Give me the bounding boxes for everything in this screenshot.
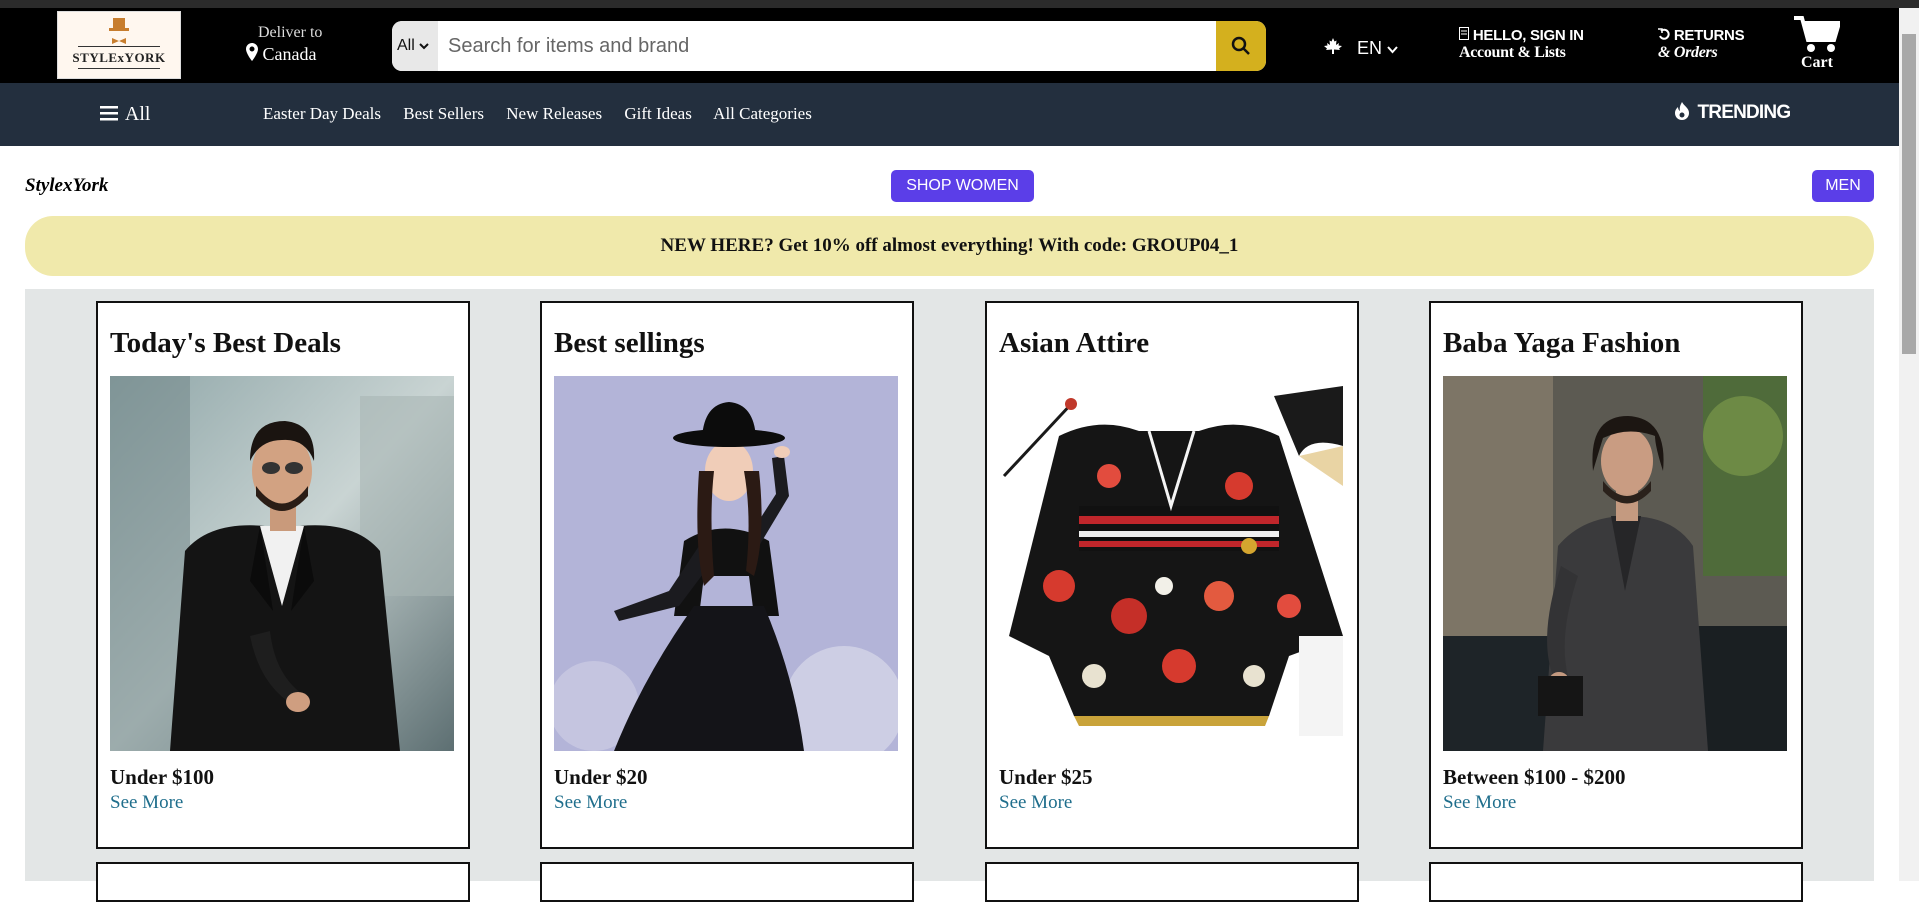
see-more-link[interactable]: See More bbox=[110, 792, 183, 814]
maple-leaf-icon bbox=[1324, 38, 1342, 61]
returns-orders[interactable]: RETURNS & Orders bbox=[1658, 27, 1745, 61]
product-image[interactable] bbox=[999, 376, 1343, 751]
account-menu[interactable]: HELLO, SIGN IN Account & Lists bbox=[1459, 27, 1584, 61]
hat-bowtie-icon bbox=[109, 18, 129, 44]
logo-rule bbox=[78, 68, 160, 69]
product-image[interactable] bbox=[1443, 376, 1787, 751]
promo-banner: NEW HERE? Get 10% off almost everything!… bbox=[25, 216, 1874, 276]
language-label: EN bbox=[1357, 38, 1383, 58]
page-scrollbar[interactable] bbox=[1899, 8, 1919, 881]
nav-link-gift-ideas[interactable]: Gift Ideas bbox=[624, 104, 692, 123]
cart-button[interactable]: Cart bbox=[1794, 15, 1842, 72]
category-card[interactable] bbox=[540, 862, 914, 902]
chevron-down-icon bbox=[419, 43, 429, 50]
hamburger-icon bbox=[100, 104, 118, 127]
see-more-link[interactable]: See More bbox=[554, 792, 627, 814]
scrollbar-thumb[interactable] bbox=[1902, 34, 1916, 354]
brand-name: StylexYork bbox=[25, 175, 109, 196]
trending-link[interactable]: TRENDING bbox=[1675, 102, 1791, 126]
language-selector[interactable]: EN bbox=[1324, 38, 1398, 61]
deliver-to[interactable]: Deliver to Canada bbox=[246, 24, 322, 66]
card-title: Today's Best Deals bbox=[110, 327, 341, 359]
product-image[interactable] bbox=[110, 376, 454, 751]
search-category-value: All bbox=[397, 37, 415, 54]
nav-link-new-releases[interactable]: New Releases bbox=[506, 104, 602, 123]
document-icon bbox=[1459, 27, 1469, 40]
shop-women-button[interactable]: SHOP WOMEN bbox=[891, 170, 1034, 202]
card-price-caption: Between $100 - $200 bbox=[1443, 765, 1626, 789]
search-icon bbox=[1231, 36, 1250, 55]
site-logo[interactable]: STYLExYORK bbox=[57, 11, 181, 79]
nav-link-best-sellers[interactable]: Best Sellers bbox=[403, 104, 484, 123]
return-arrow-icon bbox=[1658, 28, 1670, 40]
main-nav: All Easter Day Deals Best Sellers New Re… bbox=[0, 83, 1899, 146]
category-card[interactable]: Today's Best Deals Under $100 See More bbox=[96, 301, 470, 849]
account-greeting: HELLO, SIGN IN bbox=[1472, 27, 1584, 44]
see-more-link[interactable]: See More bbox=[999, 792, 1072, 814]
returns-label: RETURNS bbox=[1673, 27, 1745, 44]
card-title: Best sellings bbox=[554, 327, 705, 359]
category-card[interactable] bbox=[985, 862, 1359, 902]
nav-links: Easter Day Deals Best Sellers New Releas… bbox=[263, 104, 830, 124]
card-price-caption: Under $25 bbox=[999, 765, 1093, 789]
category-card[interactable] bbox=[1429, 862, 1803, 902]
card-title: Asian Attire bbox=[999, 327, 1150, 359]
search-bar: All bbox=[392, 21, 1266, 71]
category-card[interactable]: Baba Yaga Fashion Between $100 - $200 Se… bbox=[1429, 301, 1803, 849]
category-card[interactable]: Best sellings Under $20 See More bbox=[540, 301, 914, 849]
see-more-link[interactable]: See More bbox=[1443, 792, 1516, 814]
logo-text: STYLExYORK bbox=[72, 50, 166, 65]
logo-rule bbox=[78, 46, 160, 47]
fire-icon bbox=[1675, 102, 1689, 126]
card-price-caption: Under $100 bbox=[110, 765, 215, 789]
shop-men-button[interactable]: MEN bbox=[1812, 170, 1874, 202]
nav-link-easter-day-deals[interactable]: Easter Day Deals bbox=[263, 104, 381, 123]
location-pin-icon bbox=[246, 43, 258, 66]
search-input[interactable] bbox=[438, 21, 1208, 71]
nav-link-all-categories[interactable]: All Categories bbox=[713, 104, 812, 123]
product-image[interactable] bbox=[554, 376, 898, 751]
category-card[interactable]: Asian Attire Under $25 See More bbox=[985, 301, 1359, 849]
chevron-down-icon bbox=[1387, 46, 1398, 54]
card-title: Baba Yaga Fashion bbox=[1443, 327, 1681, 359]
account-lists-label: Account & Lists bbox=[1459, 44, 1566, 61]
cart-label: Cart bbox=[1801, 54, 1833, 71]
category-card[interactable] bbox=[96, 862, 470, 902]
deliver-location: Canada bbox=[262, 44, 317, 64]
search-category-select[interactable]: All bbox=[392, 21, 438, 71]
all-menu-button[interactable]: All bbox=[100, 103, 150, 127]
search-button[interactable] bbox=[1216, 21, 1266, 71]
browser-top-strip bbox=[0, 0, 1919, 8]
card-price-caption: Under $20 bbox=[554, 765, 648, 789]
trending-label: TRENDING bbox=[1697, 102, 1791, 123]
cart-icon bbox=[1794, 16, 1842, 52]
all-menu-label: All bbox=[124, 103, 151, 125]
deliver-label: Deliver to bbox=[258, 24, 323, 41]
orders-label: & Orders bbox=[1658, 44, 1718, 61]
site-header: STYLExYORK Deliver to Canada All EN bbox=[0, 8, 1899, 83]
